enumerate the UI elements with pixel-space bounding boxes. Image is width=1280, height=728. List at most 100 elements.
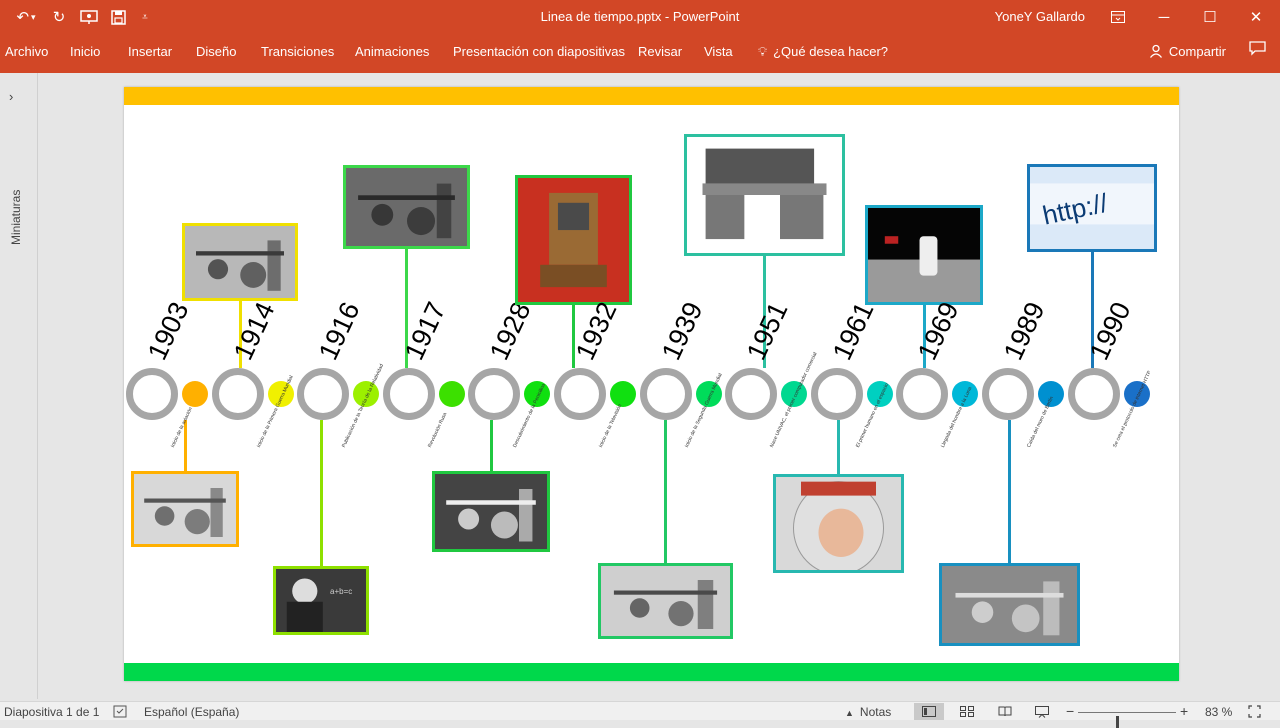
spelling-icon[interactable]: [113, 705, 127, 721]
slide-sorter-icon: [960, 706, 974, 717]
tell-me-text: ¿Qué desea hacer?: [773, 44, 889, 59]
event-photo-fleming-lab[interactable]: [432, 471, 550, 552]
event-photo-early-television[interactable]: [515, 175, 632, 305]
ribbon-tabs: Archivo Inicio Insertar Diseño Transicio…: [0, 34, 1280, 73]
event-year[interactable]: 1939: [655, 297, 708, 365]
save-button[interactable]: [107, 6, 129, 28]
event-photo-einstein-blackboard[interactable]: a+b=c: [273, 566, 369, 635]
timeline-ring[interactable]: [382, 368, 435, 420]
timeline-dot[interactable]: [182, 381, 208, 407]
event-caption[interactable]: Inicio de la Televisión: [598, 403, 623, 448]
event-year[interactable]: 1903: [142, 297, 195, 365]
bottom-accent-bar: [124, 663, 1179, 681]
status-bar: Diapositiva 1 de 1 Español (España) ▲ Not…: [0, 701, 1280, 728]
event-year[interactable]: 1961: [827, 297, 880, 365]
close-button[interactable]: ✕: [1233, 0, 1279, 34]
timeline-ring[interactable]: [1067, 368, 1120, 420]
minimize-icon: ─: [1158, 8, 1170, 26]
ribbon-display-options-button[interactable]: [1095, 0, 1141, 34]
minimize-button[interactable]: ─: [1141, 0, 1187, 34]
slideshow-button[interactable]: [1027, 703, 1057, 720]
start-presentation-button[interactable]: [77, 6, 101, 28]
zoom-level[interactable]: 83 %: [1205, 705, 1232, 719]
thumbnails-label[interactable]: Miniaturas: [9, 190, 23, 245]
undo-button[interactable]: ↶ ▾: [10, 6, 42, 28]
notes-icon: ▲: [845, 708, 854, 718]
event-photo-http-browser[interactable]: http://: [1027, 164, 1157, 252]
customize-toolbar-button[interactable]: ⩡: [137, 6, 153, 28]
event-photo-cosmonaut[interactable]: [773, 474, 904, 573]
event-year[interactable]: 1928: [484, 297, 537, 365]
event-photo-moon-landing[interactable]: [865, 205, 983, 305]
user-name[interactable]: YoneY Gallardo: [995, 9, 1085, 24]
timeline-ring[interactable]: [468, 368, 521, 420]
document-title: Linea de tiempo.pptx - PowerPoint: [540, 9, 740, 24]
event-photo-berlin-wall[interactable]: [939, 563, 1080, 646]
timeline-ring[interactable]: [810, 368, 863, 420]
tab-inicio[interactable]: Inicio: [70, 44, 100, 59]
maximize-icon: ☐: [1203, 9, 1217, 26]
share-label: Compartir: [1168, 44, 1226, 59]
lightbulb-icon: 💡︎: [758, 44, 768, 59]
svg-text:a+b=c: a+b=c: [330, 587, 352, 596]
timeline-dot[interactable]: [610, 381, 636, 407]
slide-canvas[interactable]: 1903 Inicio de la aviación 1914 Inicio de l…: [124, 87, 1179, 681]
person-icon: [1149, 44, 1162, 58]
event-year[interactable]: 1951: [741, 297, 794, 365]
timeline-connector: [489, 420, 493, 471]
ribbon-options-icon: [1111, 11, 1125, 23]
timeline-connector: [664, 420, 667, 563]
save-icon: [110, 9, 126, 25]
language-status[interactable]: Español (España): [144, 705, 239, 719]
normal-view-button[interactable]: [914, 703, 944, 720]
timeline-connector: [319, 420, 323, 566]
slide-sorter-button[interactable]: [952, 703, 982, 720]
timeline-connector: [572, 305, 575, 368]
event-caption[interactable]: Inicio de la aviación: [170, 406, 194, 448]
maximize-button[interactable]: ☐: [1187, 0, 1233, 34]
tab-diseno[interactable]: Diseño: [196, 44, 236, 59]
event-caption[interactable]: Publicación de la Teoría de la Relativid…: [341, 363, 385, 448]
timeline-connector: [837, 420, 840, 474]
zoom-slider[interactable]: [1078, 712, 1176, 728]
event-year[interactable]: 1914: [227, 297, 280, 365]
tab-archivo[interactable]: Archivo: [5, 44, 48, 59]
tab-transiciones[interactable]: Transiciones: [261, 44, 334, 59]
event-photo-artillery-cannon[interactable]: [182, 223, 298, 301]
timeline-dot[interactable]: [438, 381, 465, 407]
slideshow-icon: [1035, 705, 1049, 718]
tab-presentacion[interactable]: Presentación con diapositivas: [453, 44, 625, 59]
timeline-ring[interactable]: [982, 368, 1034, 420]
event-year[interactable]: 1932: [570, 297, 623, 365]
tab-insertar[interactable]: Insertar: [128, 44, 172, 59]
timeline-ring[interactable]: [639, 368, 692, 420]
timeline-ring[interactable]: [211, 368, 264, 420]
fit-slide-button[interactable]: [1248, 705, 1261, 721]
event-photo-early-airplane[interactable]: [131, 471, 239, 547]
zoom-out-button[interactable]: −: [1066, 703, 1074, 719]
event-year[interactable]: 1916: [313, 297, 366, 365]
redo-button[interactable]: ↻: [48, 6, 70, 28]
notes-button[interactable]: ▲ Notas: [845, 705, 891, 719]
reading-view-button[interactable]: [990, 703, 1020, 720]
zoom-in-button[interactable]: +: [1180, 703, 1188, 719]
event-caption[interactable]: Revolución Rusa: [427, 412, 448, 449]
zoom-slider-thumb[interactable]: [1116, 716, 1119, 728]
comments-button[interactable]: [1249, 41, 1266, 61]
share-button[interactable]: Compartir: [1149, 44, 1226, 59]
event-year[interactable]: 1969: [912, 297, 965, 365]
event-photo-univac-computer[interactable]: [684, 134, 845, 256]
event-photo-lenin-crowd[interactable]: [343, 165, 470, 249]
event-photo-soldiers-war[interactable]: [598, 563, 733, 639]
tab-vista[interactable]: Vista: [704, 44, 733, 59]
timeline-ring[interactable]: [297, 368, 350, 420]
tell-me-search[interactable]: 💡︎ ¿Qué desea hacer?: [758, 44, 888, 60]
expand-thumbnails-button[interactable]: ›: [9, 89, 13, 104]
timeline-ring[interactable]: [126, 368, 178, 420]
event-year[interactable]: 1989: [998, 297, 1051, 365]
tab-animaciones[interactable]: Animaciones: [355, 44, 429, 59]
timeline-ring[interactable]: [725, 368, 778, 420]
timeline-ring[interactable]: [554, 368, 606, 420]
tab-revisar[interactable]: Revisar: [638, 44, 682, 59]
timeline-ring[interactable]: [896, 368, 949, 420]
